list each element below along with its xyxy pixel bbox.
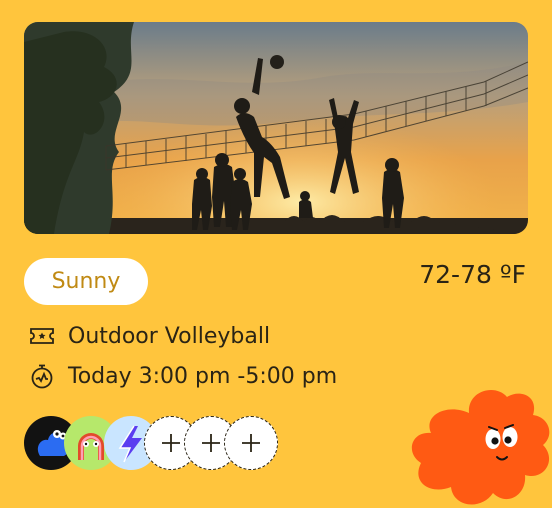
ticket-icon — [28, 322, 56, 350]
event-time-row: Today 3:00 pm -5:00 pm — [28, 362, 337, 390]
stopwatch-icon — [28, 362, 56, 390]
event-card[interactable]: Sunny 72-78 ºF Outdoor Volleyball Today … — [0, 0, 552, 508]
plus-icon — [162, 434, 180, 452]
add-participant-button[interactable] — [224, 416, 278, 470]
plus-icon — [242, 434, 260, 452]
weather-label: Sunny — [51, 269, 121, 294]
event-title: Outdoor Volleyball — [68, 323, 271, 349]
weather-badge: Sunny — [24, 258, 148, 305]
plus-icon — [202, 434, 220, 452]
orange-blob-mascot-icon — [407, 383, 552, 508]
event-photo — [24, 22, 528, 234]
event-title-row: Outdoor Volleyball — [28, 322, 270, 350]
event-time: Today 3:00 pm -5:00 pm — [68, 363, 338, 389]
temperature-range: 72-78 ºF — [419, 260, 526, 289]
